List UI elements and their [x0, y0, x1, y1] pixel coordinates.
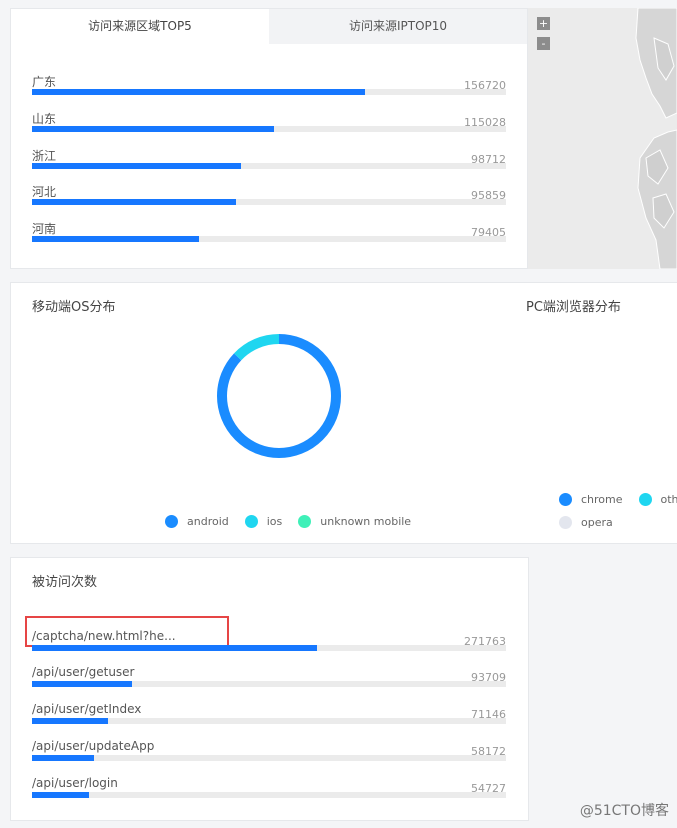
world-map[interactable]: + - [528, 8, 677, 269]
visit-row-bar [32, 755, 95, 761]
map-landmass [635, 8, 677, 269]
region-row-label: 河北 [32, 185, 57, 199]
legend-dot [298, 515, 312, 528]
visit-row-bar [32, 792, 89, 798]
region-row-zhejiang: 浙江 98712 [32, 147, 506, 183]
os-legend: android ios unknown mobile [165, 515, 427, 528]
visit-row-track [32, 718, 506, 724]
region-row-label: 广东 [32, 75, 57, 89]
region-tabs: 访问来源区域TOP5 访问来源IPTOP10 [11, 9, 527, 44]
visits-title: 被访问次数 [32, 575, 98, 590]
legend-label: opera [581, 516, 613, 529]
tab-ip-top10[interactable]: 访问来源IPTOP10 [269, 9, 527, 44]
visit-row-track [32, 792, 506, 798]
legend-item-ios[interactable]: ios [244, 515, 283, 528]
visit-row-bar [32, 645, 318, 651]
legend-dot [559, 493, 572, 506]
map-zoom-out-button[interactable]: - [537, 37, 550, 50]
region-row-track [32, 126, 506, 132]
visit-row-label: /api/user/login [32, 776, 118, 790]
region-row-guangdong: 广东 156720 [32, 73, 506, 109]
legend-label: android [187, 515, 229, 528]
legend-label: unknown mobile [320, 515, 412, 528]
legend-label: chrome [581, 493, 623, 506]
visit-row-label: /api/user/updateApp [32, 739, 155, 753]
legend-label: other [660, 493, 677, 506]
region-row-bar [32, 199, 236, 205]
region-row-bar [32, 89, 366, 95]
region-row-track [32, 163, 506, 169]
region-row-shandong: 山东 115028 [32, 110, 506, 146]
visit-row: /api/user/updateApp 58172 [32, 739, 506, 775]
region-row-track [32, 236, 506, 242]
os-donut-chart [217, 334, 341, 458]
legend-item-chrome[interactable]: chrome [559, 493, 623, 506]
region-top5-card: 访问来源区域TOP5 访问来源IPTOP10 广东 156720 山东 1150… [10, 8, 528, 269]
os-browser-card: 移动端OS分布 android ios unknown mobile PC端浏览… [10, 282, 677, 544]
legend-label: ios [266, 515, 283, 528]
legend-dot [165, 515, 178, 528]
tab-region-top5[interactable]: 访问来源区域TOP5 [11, 9, 269, 44]
visit-row-label: /captcha/new.html?he... [32, 629, 176, 643]
visit-row-track [32, 755, 506, 761]
pc-legend-row2: opera [559, 516, 629, 529]
region-row-label: 山东 [32, 112, 57, 126]
visit-row-bar [32, 681, 132, 687]
visit-row-label: /api/user/getuser [32, 665, 135, 679]
legend-item-other[interactable]: other [638, 493, 677, 506]
os-title: 移动端OS分布 [32, 300, 116, 315]
visit-row-label: /api/user/getIndex [32, 702, 142, 716]
region-row-track [32, 199, 506, 205]
pc-legend-row1: chrome other [559, 493, 677, 506]
legend-item-opera[interactable]: opera [559, 516, 613, 529]
visit-row-track [32, 645, 506, 651]
visit-row: /api/user/getuser 93709 [32, 665, 506, 701]
legend-dot [638, 493, 652, 506]
region-row-track [32, 89, 506, 95]
region-row-hebei: 河北 95859 [32, 183, 506, 219]
visit-row: /api/user/getIndex 71146 [32, 702, 506, 738]
map-zoom-in-button[interactable]: + [537, 17, 550, 30]
watermark: @51CTO博客 [579, 803, 669, 819]
legend-dot [559, 516, 572, 529]
region-row-bar [32, 126, 275, 132]
legend-item-android[interactable]: android [165, 515, 229, 528]
visit-row-bar [32, 718, 108, 724]
region-row-label: 河南 [32, 222, 57, 236]
visit-row: /api/user/login 54727 [32, 776, 506, 812]
legend-item-unknown-mobile[interactable]: unknown mobile [298, 515, 411, 528]
visit-count-card: 被访问次数 /captcha/new.html?he... 271763 /ap… [10, 557, 529, 821]
visit-row-track [32, 681, 506, 687]
pc-title: PC端浏览器分布 [526, 300, 621, 315]
region-row-label: 浙江 [32, 149, 57, 163]
region-row-henan: 河南 79405 [32, 220, 506, 256]
region-row-bar [32, 236, 199, 242]
legend-dot [244, 515, 258, 528]
region-row-bar [32, 163, 242, 169]
visit-row: /captcha/new.html?he... 271763 [32, 629, 506, 665]
